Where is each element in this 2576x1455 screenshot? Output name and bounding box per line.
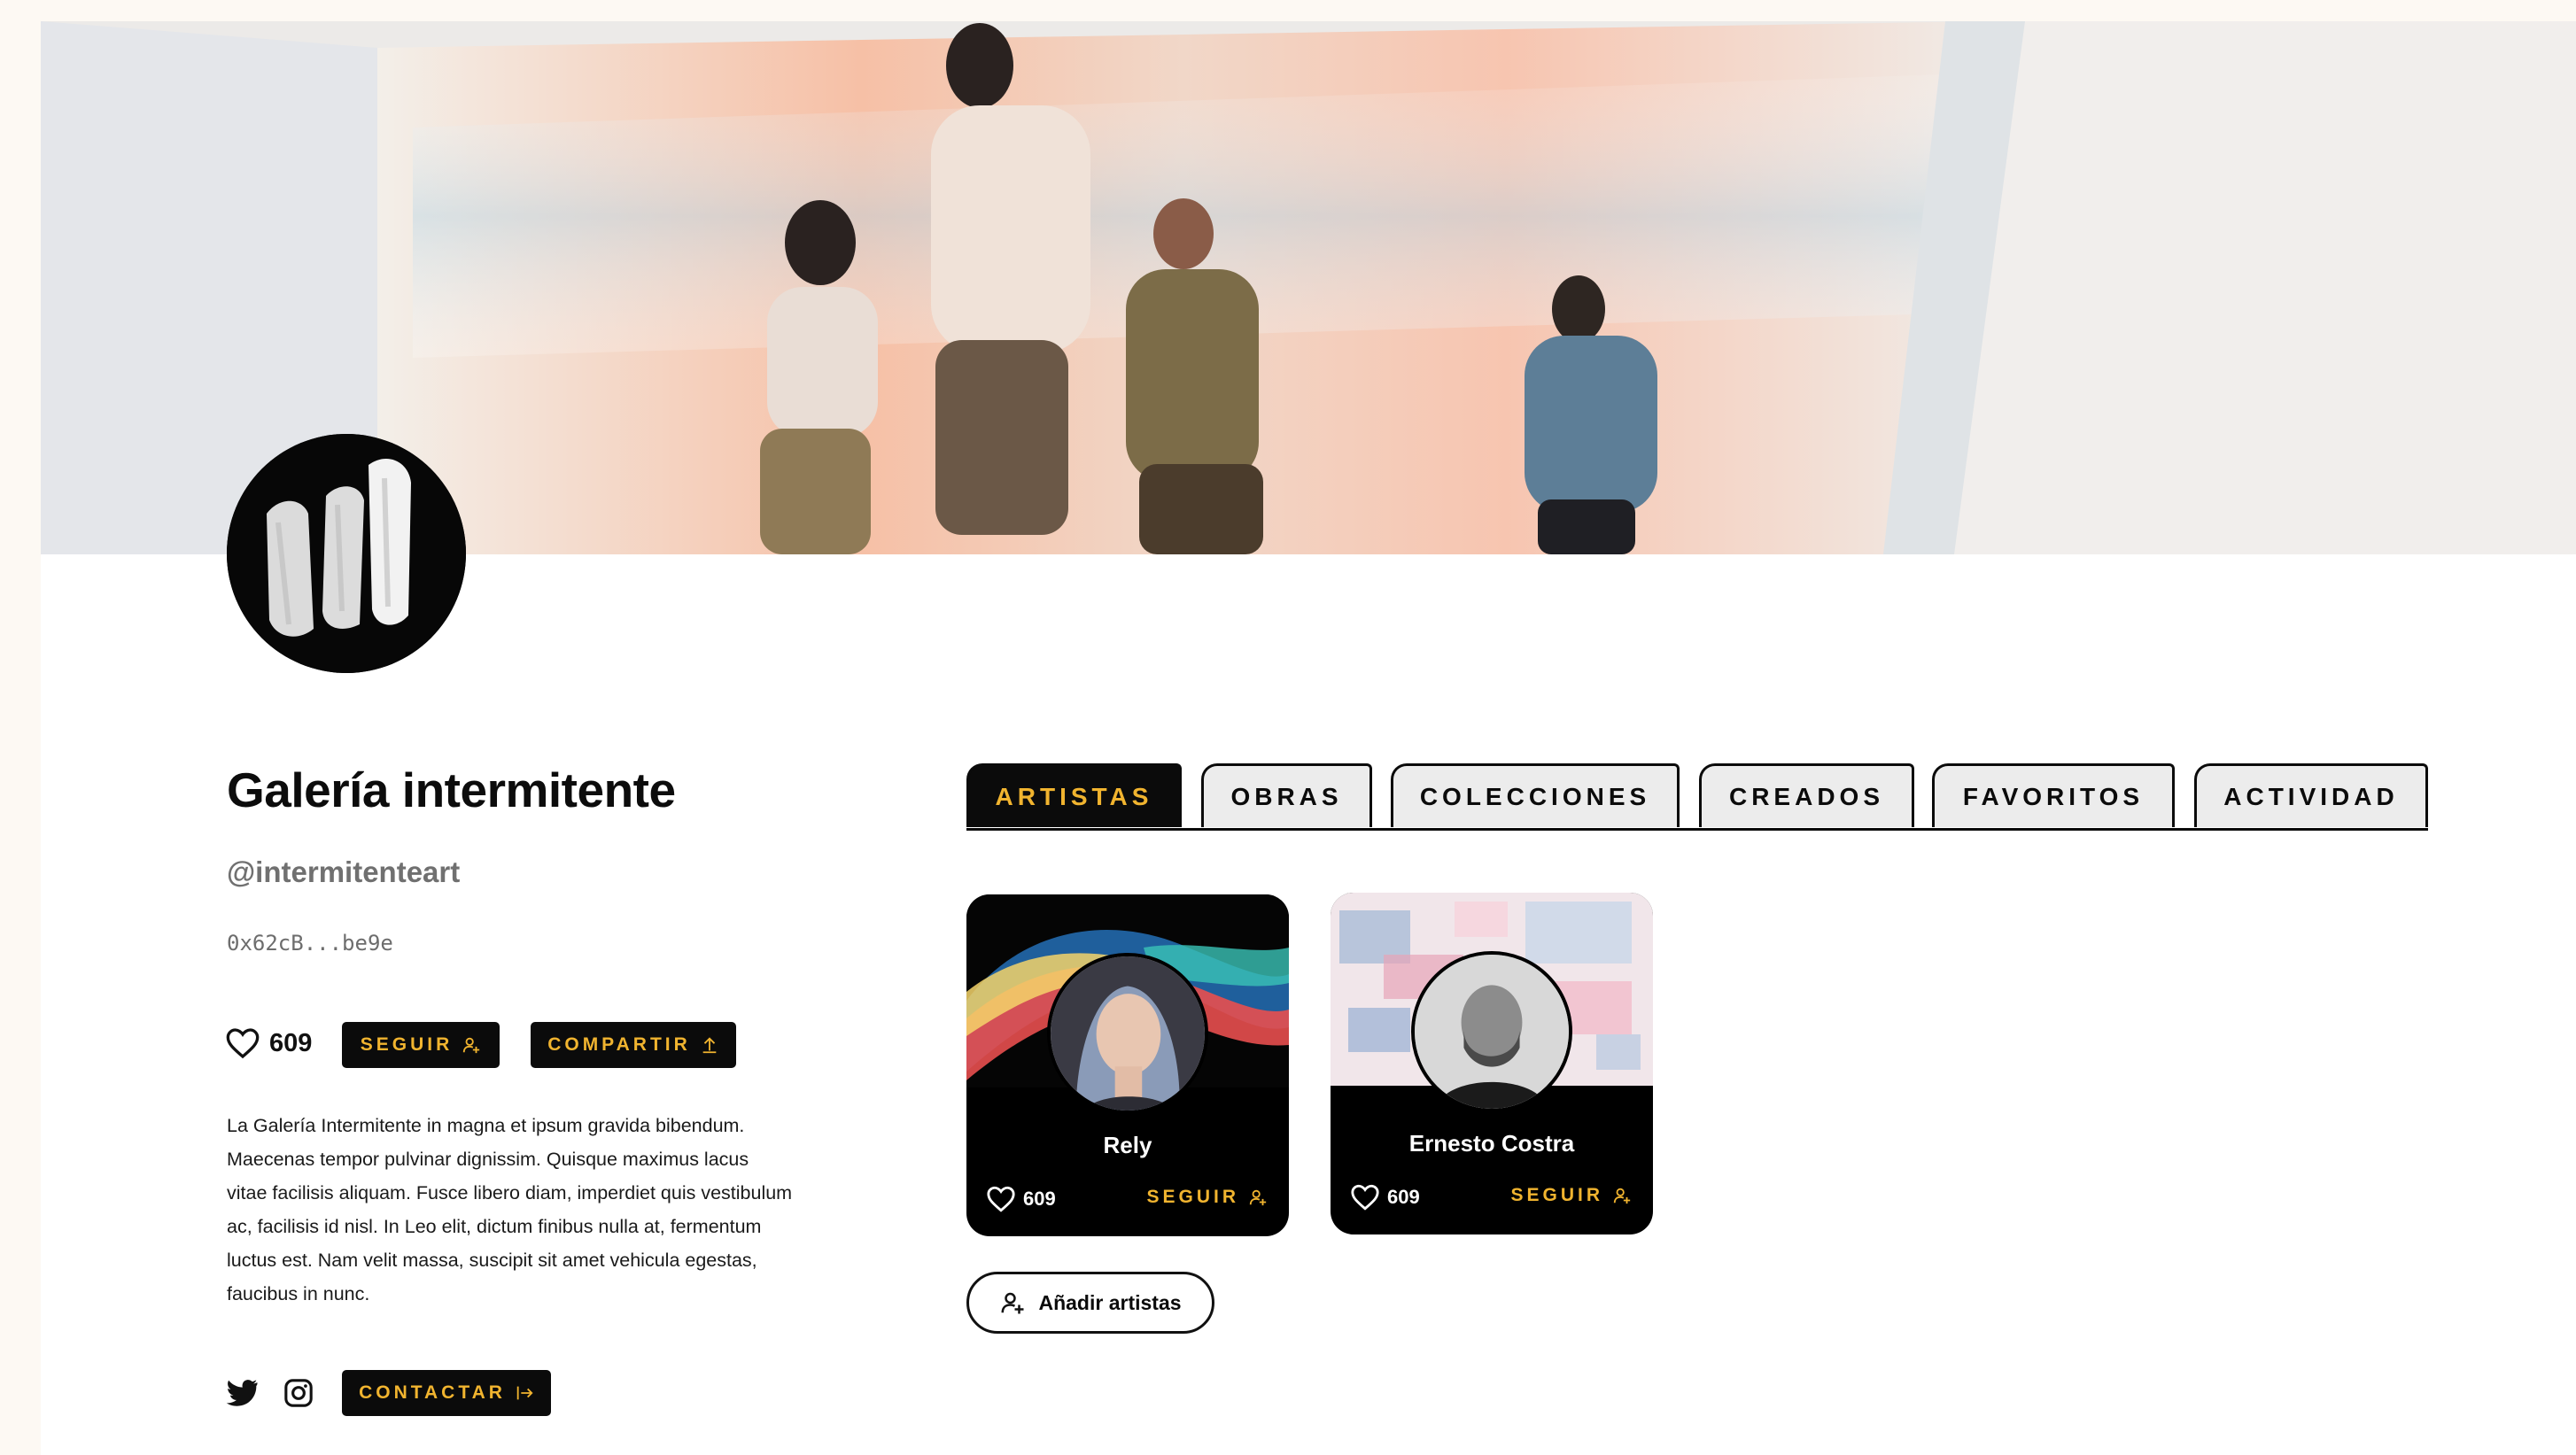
tab-favoritos[interactable]: FAVORITOS xyxy=(1932,763,2175,827)
brush-logo-image xyxy=(227,434,466,673)
tab-actividad[interactable]: ACTIVIDAD xyxy=(2194,763,2428,827)
artist-likes-count: 609 xyxy=(1387,1186,1420,1208)
user-plus-icon xyxy=(463,1037,480,1054)
heart-icon xyxy=(987,1186,1015,1212)
artist-card[interactable]: Rely 609 SEGUIR xyxy=(966,894,1289,1236)
artist-card[interactable]: Ernesto Costra 609 SEGUIR xyxy=(1331,893,1653,1234)
user-plus-icon xyxy=(1613,1188,1631,1204)
artist-likes[interactable]: 609 xyxy=(986,1185,1056,1213)
artist-likes[interactable]: 609 xyxy=(1350,1183,1420,1211)
likes-count: 609 xyxy=(269,1028,313,1057)
tab-obras[interactable]: OBRAS xyxy=(1201,763,1372,827)
artist-follow-label: SEGUIR xyxy=(1146,1187,1239,1207)
instagram-link[interactable] xyxy=(282,1378,315,1408)
artist-likes-count: 609 xyxy=(1023,1188,1056,1210)
add-artists-label: Añadir artistas xyxy=(1038,1290,1182,1314)
contact-button[interactable]: CONTACTAR xyxy=(342,1370,551,1416)
twitter-link[interactable] xyxy=(225,1378,259,1408)
gallery-bio: La Galería Intermitente in magna et ipsu… xyxy=(227,1115,793,1304)
wallet-address[interactable]: 0x62cB...be9e xyxy=(227,931,393,956)
artist-avatar xyxy=(1411,951,1572,1112)
artist-follow-button[interactable]: SEGUIR xyxy=(1510,1185,1632,1206)
profile-page: Galería intermitente @intermitenteart 0x… xyxy=(41,21,2576,1455)
profile-handle: @intermitenteart xyxy=(227,855,461,888)
artist-name: Rely xyxy=(1103,1132,1152,1158)
instagram-icon xyxy=(284,1379,313,1407)
profile-tabs: ARTISTAS OBRAS COLECCIONES CREADOS FAVOR… xyxy=(966,763,2465,831)
contact-label: CONTACTAR xyxy=(359,1382,506,1403)
likes-counter[interactable]: 609 xyxy=(225,1026,312,1060)
tab-artistas[interactable]: ARTISTAS xyxy=(966,763,1182,827)
artist-name: Ernesto Costra xyxy=(1408,1130,1575,1157)
share-button[interactable]: COMPARTIR xyxy=(531,1022,736,1068)
share-label: COMPARTIR xyxy=(547,1034,691,1055)
artist-avatar xyxy=(1047,953,1208,1114)
tab-creados[interactable]: CREADOS xyxy=(1699,763,1914,827)
tabs-underline xyxy=(966,828,2428,831)
tab-colecciones[interactable]: COLECCIONES xyxy=(1391,763,1680,827)
artist-follow-button[interactable]: SEGUIR xyxy=(1146,1187,1268,1208)
user-plus-icon xyxy=(1249,1189,1267,1206)
twitter-icon xyxy=(226,1380,258,1406)
upload-icon xyxy=(702,1037,717,1054)
arrow-exit-icon xyxy=(516,1386,533,1400)
gallery-avatar xyxy=(227,434,466,673)
follow-label: SEGUIR xyxy=(360,1034,454,1055)
heart-icon xyxy=(226,1028,260,1059)
gallery-title: Galería intermitente xyxy=(227,762,676,817)
follow-button[interactable]: SEGUIR xyxy=(342,1022,500,1068)
user-plus-icon xyxy=(1001,1292,1024,1314)
add-artists-button[interactable]: Añadir artistas xyxy=(966,1272,1214,1334)
artist-follow-label: SEGUIR xyxy=(1510,1185,1603,1205)
heart-icon xyxy=(1351,1184,1379,1211)
